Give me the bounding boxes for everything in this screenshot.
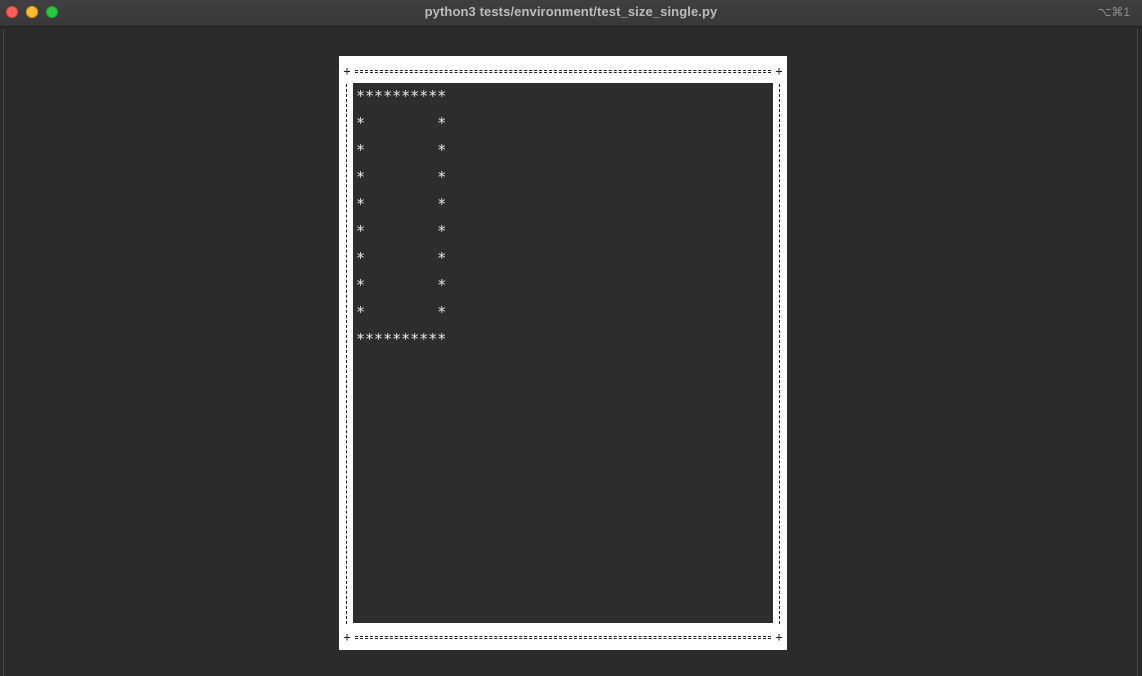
render-frame: + + ********** * * * * * * * * * * * * * * * * **… [339,56,787,650]
window-title: python3 tests/environment/test_size_sing… [424,4,718,19]
output-line: ********** [356,330,447,348]
output-line: * * [356,114,447,132]
frame-left-border [346,84,351,624]
frame-bottom-dash-lower [355,638,771,639]
frame-corner-top-left: + [343,64,351,78]
output-line: * * [356,141,447,159]
output-line: * * [356,303,447,321]
frame-bottom-border: + + [339,630,787,644]
frame-top-dash-upper [355,70,771,71]
frame-right-border [779,84,784,624]
title-bar[interactable]: python3 tests/environment/test_size_sing… [0,0,1142,27]
frame-corner-bottom-left: + [343,630,351,644]
terminal-screen[interactable]: ********** * * * * * * * * * * * * * * * * ******… [353,83,773,623]
output-line: * * [356,222,447,240]
frame-top-border: + + [339,64,787,78]
frame-corner-top-right: + [775,64,783,78]
output-line: * * [356,249,447,267]
output-line: * * [356,276,447,294]
output-line: ********** [356,87,447,105]
frame-corner-bottom-right: + [775,630,783,644]
window-shortcut: ⌥⌘1 [1097,5,1130,19]
output-line: * * [356,168,447,186]
terminal-window: python3 tests/environment/test_size_sing… [0,0,1142,676]
frame-bottom-dash-upper [355,636,771,637]
output-line: * * [356,195,447,213]
frame-top-dash-lower [355,72,771,73]
ascii-box-output: ********** * * * * * * * * * * * * * * * * ******… [353,83,446,353]
